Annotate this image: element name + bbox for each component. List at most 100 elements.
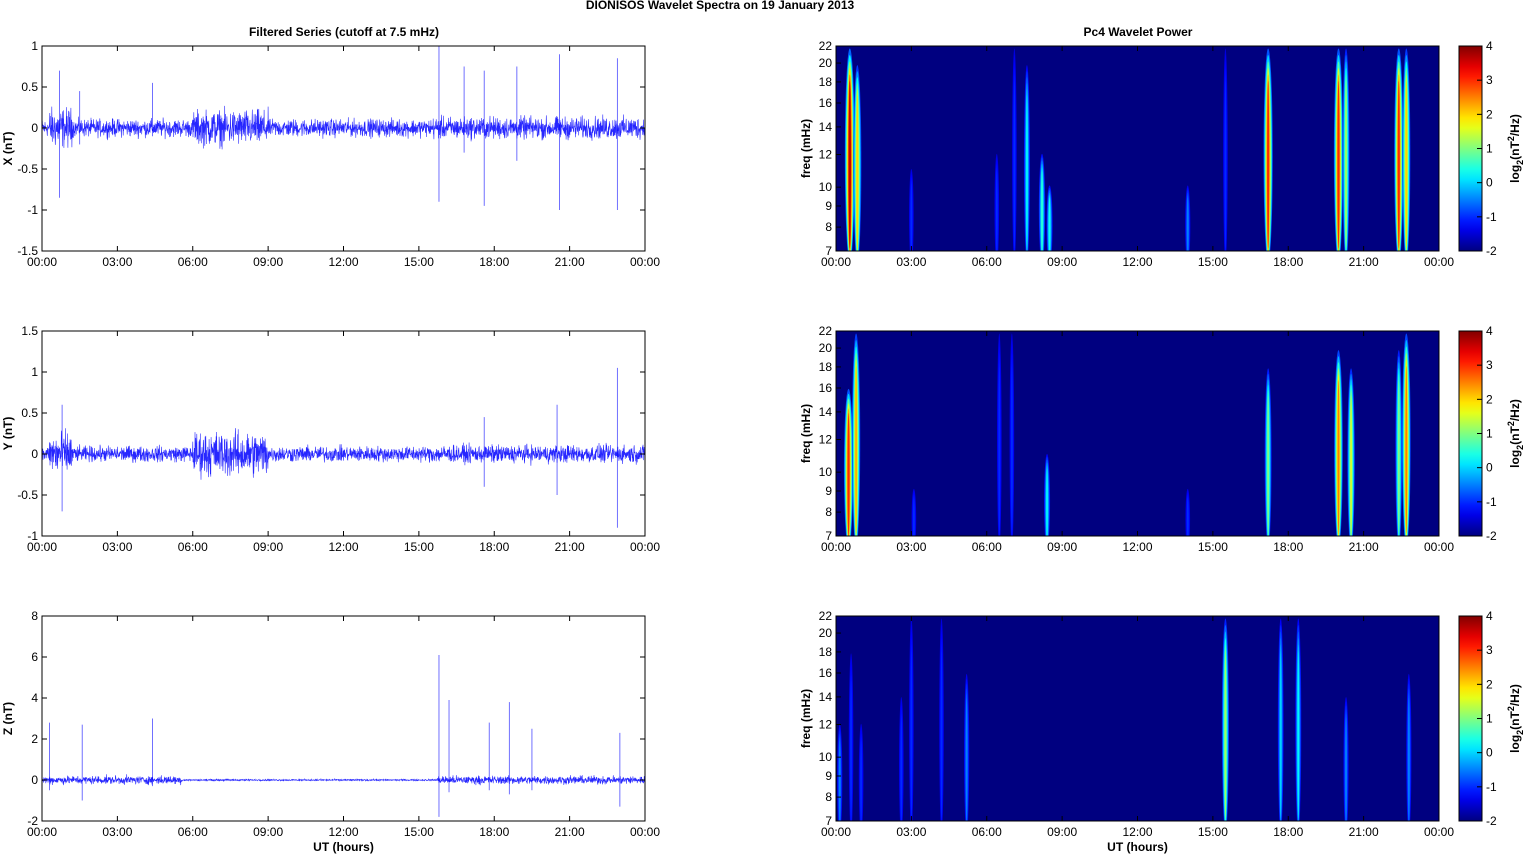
y-tick-label: -0.5 [17, 488, 38, 502]
power-event [1009, 333, 1015, 536]
y-axis-label: Z (nT) [1, 702, 15, 735]
spectrum-panel-1: 78910121416182022freq (mHz)00:00 03:00 06:… [799, 324, 1525, 554]
power-contour [1337, 380, 1340, 535]
power-event [1402, 333, 1411, 536]
x-tick-label: 03:00 [896, 540, 926, 554]
power-contour [1041, 170, 1043, 251]
colorbar-tick-label: 4 [1486, 39, 1493, 53]
power-event [899, 697, 904, 821]
colorbar-tick-label: -2 [1486, 529, 1497, 543]
y-tick-label: 22 [819, 324, 833, 338]
power-event [1342, 48, 1350, 251]
x-tick-label: 21:00 [1349, 255, 1379, 269]
spectrum-background [836, 616, 1439, 821]
y-tick-label: 0.5 [21, 406, 38, 420]
y-tick-label: 0 [31, 447, 38, 461]
plot-area [42, 331, 645, 536]
x-tick-label: 09:00 [253, 255, 283, 269]
y-tick-label: 14 [819, 405, 833, 419]
x-tick-label: 09:00 [1047, 825, 1077, 839]
series-panel-0: -1.5-1-0.500.51X (nT)00:00 03:00 06:00 09:0… [1, 39, 660, 269]
x-tick-label: 12:00 [328, 540, 358, 554]
colorbar-tick-label: -1 [1486, 210, 1497, 224]
power-event [1333, 48, 1344, 251]
x-tick-label: 03:00 [102, 540, 132, 554]
colorbar-tick-label: 0 [1486, 176, 1493, 190]
colorbar: -2 -1 0 1 2 3 4 log2(nT2/Hz) [1458, 609, 1525, 828]
x-tick-label: 18:00 [479, 825, 509, 839]
y-tick-label: 2 [31, 732, 38, 746]
power-contour [1267, 395, 1269, 536]
x-tick-label: 21:00 [555, 825, 585, 839]
power-contour [855, 366, 858, 534]
colorbar-tick-label: 0 [1486, 746, 1493, 760]
y-tick-label: 14 [819, 690, 833, 704]
colorbar-tick-label: 1 [1486, 142, 1493, 156]
power-contour [1405, 81, 1408, 249]
power-contour [1026, 95, 1028, 250]
colorbar-tick-label: 1 [1486, 712, 1493, 726]
colorbar-tick-label: -2 [1486, 814, 1497, 828]
y-tick-label: 16 [819, 381, 833, 395]
colorbar-label-part: /Hz) [1508, 399, 1522, 421]
power-event [1221, 618, 1230, 821]
y-tick-label: 9 [825, 769, 832, 783]
x-tick-label: 18:00 [1273, 540, 1303, 554]
y-tick-label: 9 [825, 199, 832, 213]
x-tick-label: 21:00 [1349, 540, 1379, 554]
y-tick-label: -1 [27, 203, 38, 217]
y-tick-label: 20 [819, 626, 833, 640]
power-contour [1398, 380, 1400, 535]
y-tick-label: 10 [819, 750, 833, 764]
power-event [853, 65, 862, 251]
power-contour [848, 81, 851, 249]
x-tick-label: 21:00 [555, 255, 585, 269]
y-tick-label: 22 [819, 39, 833, 53]
x-tick-label: 00:00 [630, 255, 660, 269]
spectrum-panel-2: 78910121416182022freq (mHz)00:00 03:00 06:… [799, 609, 1525, 854]
power-event [1406, 673, 1412, 821]
power-contour [1345, 717, 1347, 821]
x-tick-label: 09:00 [253, 540, 283, 554]
x-tick-label: 00:00 [1424, 825, 1454, 839]
power-contour [1186, 498, 1189, 536]
colorbar-label-part: log [1508, 165, 1522, 183]
x-tick-label: 00:00 [821, 825, 851, 839]
power-event [1394, 48, 1404, 251]
x-tick-label: 12:00 [328, 255, 358, 269]
power-event [1343, 697, 1349, 821]
y-tick-label: 1 [31, 365, 38, 379]
power-event [1334, 350, 1343, 536]
colorbar-tick-label: 4 [1486, 324, 1493, 338]
x-tick-label: 09:00 [1047, 540, 1077, 554]
power-contour [996, 170, 998, 251]
colorbar-label: log2(nT2/Hz) [1506, 399, 1525, 468]
x-tick-label: 12:00 [328, 825, 358, 839]
power-event [858, 723, 864, 821]
power-contour [965, 698, 968, 821]
x-tick-label: 21:00 [555, 540, 585, 554]
colorbar-tick-label: 1 [1486, 427, 1493, 441]
y-tick-label: 0 [31, 773, 38, 787]
colorbar-tick-label: -2 [1486, 244, 1497, 258]
y-tick-label: 10 [819, 180, 833, 194]
y-tick-label: 0.5 [21, 80, 38, 94]
plot-area [42, 616, 645, 821]
power-event [844, 48, 855, 251]
x-tick-label: 03:00 [896, 825, 926, 839]
x-tick-label: 12:00 [1122, 540, 1152, 554]
colorbar-tick-label: 3 [1486, 358, 1493, 372]
x-tick-label: 06:00 [972, 540, 1002, 554]
y-tick-label: 6 [31, 650, 38, 664]
y-tick-label: 4 [31, 691, 38, 705]
colorbar-tick-label: 2 [1486, 677, 1493, 691]
x-tick-label: 15:00 [1198, 825, 1228, 839]
colorbar-tick-label: 2 [1486, 107, 1493, 121]
colorbar-tick-label: 0 [1486, 461, 1493, 475]
spectrum-panel-0: 78910121416182022freq (mHz)00:00 03:00 06:… [799, 39, 1525, 269]
power-event [1185, 185, 1191, 251]
power-event [1263, 48, 1273, 251]
y-tick-label: 16 [819, 666, 833, 680]
x-tick-label: 15:00 [1198, 540, 1228, 554]
y-tick-label: 20 [819, 56, 833, 70]
